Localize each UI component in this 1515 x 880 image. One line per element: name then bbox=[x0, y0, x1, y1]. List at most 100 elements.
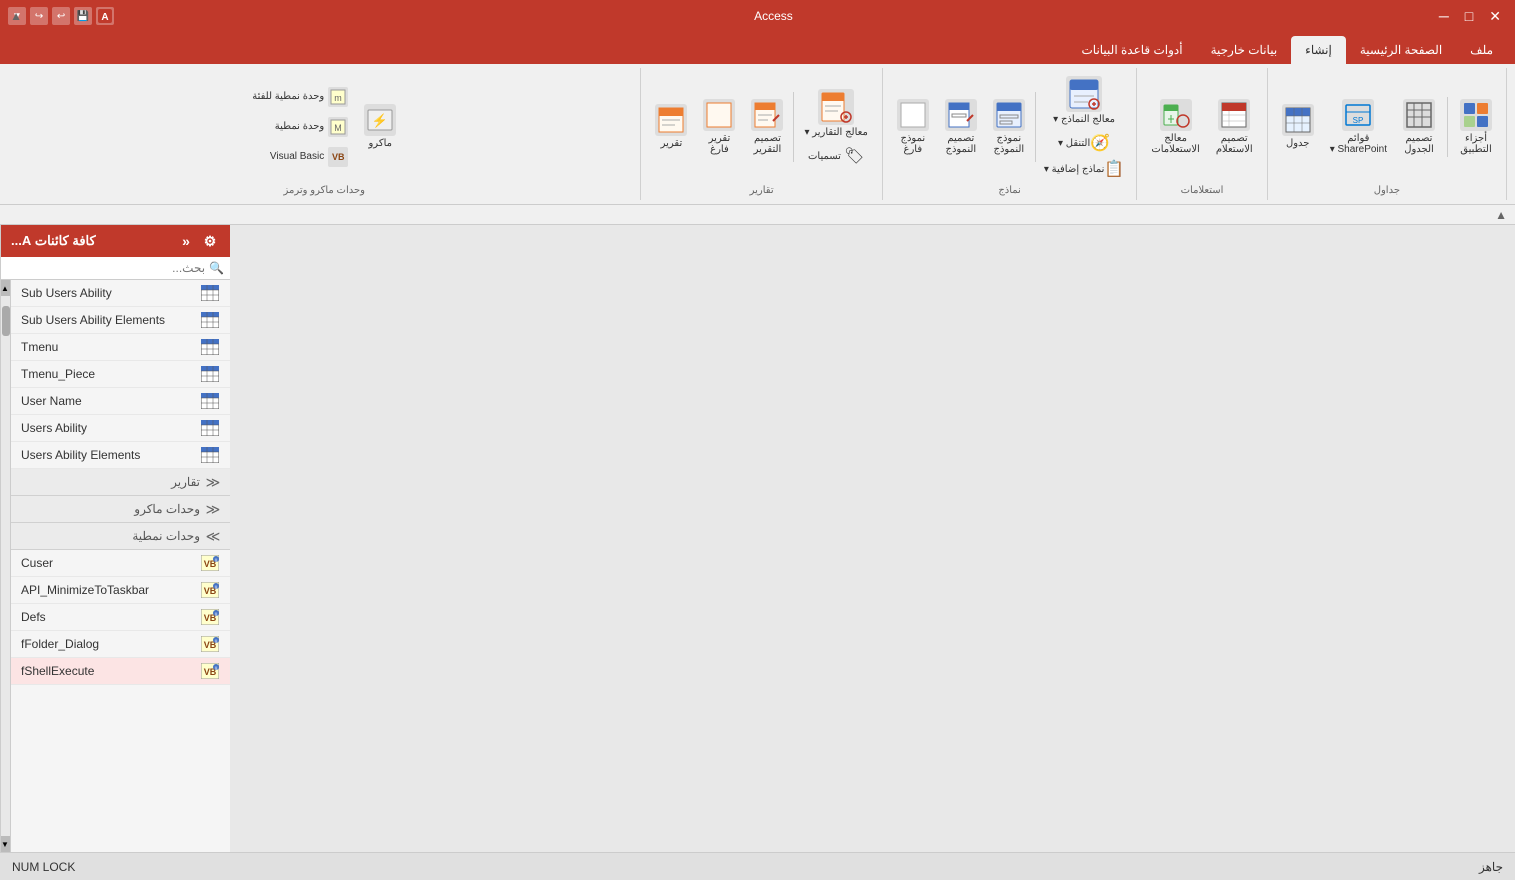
nav-item-label: fFolder_Dialog bbox=[21, 637, 99, 651]
search-input[interactable] bbox=[7, 261, 205, 275]
form-wizard-button[interactable]: معالج النماذج ▾ bbox=[1047, 72, 1121, 129]
nav-item-label: User Name bbox=[21, 394, 82, 408]
svg-text:u: u bbox=[215, 612, 218, 618]
nav-item-fshellexecute[interactable]: VB u fShellExecute bbox=[11, 658, 230, 685]
report-icon bbox=[655, 104, 687, 136]
table-icon-sub-users-ability bbox=[200, 285, 220, 301]
collapse-icon-reports: ≪ bbox=[204, 473, 222, 491]
nav-item-label: fShellExecute bbox=[21, 664, 94, 678]
nav-panel-header: ⚙ « كافة كائنات A... bbox=[1, 225, 230, 257]
nav-item-label: API_MinimizeToTaskbar bbox=[21, 583, 149, 597]
svg-text:u: u bbox=[215, 558, 218, 564]
form-design-button[interactable]: تصميمالنموذج bbox=[939, 95, 983, 159]
sharepoint-button[interactable]: SP قوائمSharePoint ▾ bbox=[1324, 95, 1393, 159]
reports-items: معالج التقارير ▾ 🏷 تسميات تص bbox=[649, 72, 873, 181]
nav-panel-title: كافة كائنات A... bbox=[11, 233, 96, 249]
num-lock-indicator: NUM LOCK bbox=[12, 860, 75, 874]
table-design-button[interactable]: تصميمالجدول bbox=[1397, 95, 1441, 159]
title-bar: ✕ □ ─ Access A 💾 ↩ ↪ ▼ bbox=[0, 0, 1515, 32]
macro-button[interactable]: ⚡ ماكرو bbox=[358, 100, 402, 153]
reports-section-header[interactable]: ≪ تقارير bbox=[11, 469, 230, 496]
macros-section-header[interactable]: ≪ وحدات ماكرو bbox=[11, 496, 230, 523]
reports-section-label: تقارير bbox=[171, 475, 200, 489]
tab-home[interactable]: الصفحة الرئيسية bbox=[1346, 36, 1456, 64]
form-wizard-icon bbox=[1066, 76, 1102, 112]
scroll-down-button[interactable]: ▼ bbox=[1, 836, 10, 852]
nav-item-sub-users-ability-elements[interactable]: Sub Users Ability Elements bbox=[11, 307, 230, 334]
macros-items: ⚡ ماكرو m وحدة نمطية للفئة bbox=[246, 72, 402, 181]
table-icon-users-ability-elements bbox=[200, 447, 220, 463]
labels-button[interactable]: 🏷 تسميات bbox=[804, 144, 868, 168]
ribbon-group-tables: أجزاءالتطبيق تصميمالجدول bbox=[1268, 68, 1507, 200]
nav-item-defs[interactable]: VB u Defs bbox=[11, 604, 230, 631]
nav-list-container: Sub Users Ability Sub Users Abili bbox=[1, 280, 230, 852]
scroll-up-button[interactable]: ▲ bbox=[1, 280, 10, 296]
nav-item-label: Defs bbox=[21, 610, 46, 624]
nav-item-user-name[interactable]: User Name bbox=[11, 388, 230, 415]
nav-item-label: Sub Users Ability bbox=[21, 286, 112, 300]
blank-report-icon bbox=[703, 99, 735, 131]
tab-create[interactable]: إنشاء bbox=[1291, 36, 1346, 64]
save-icon[interactable]: 💾 bbox=[74, 7, 92, 25]
macro-icon: ⚡ bbox=[364, 104, 396, 136]
collapse-bar: ▲ bbox=[0, 205, 1515, 225]
report-button[interactable]: تقرير bbox=[649, 100, 693, 153]
query-design-button[interactable]: تصميمالاستعلام bbox=[1210, 95, 1259, 159]
ribbon-collapse-button[interactable]: ▲ bbox=[4, 4, 28, 28]
query-wizard-button[interactable]: معالجالاستعلامات bbox=[1145, 95, 1206, 159]
queries-items: تصميمالاستعلام معالجالاستعلامات bbox=[1145, 72, 1258, 181]
form-button[interactable]: نموذجالنموذج bbox=[987, 95, 1031, 159]
scroll-track bbox=[1, 296, 10, 836]
nav-item-cuser[interactable]: VB u Cuser bbox=[11, 550, 230, 577]
nav-item-tmenu-piece[interactable]: Tmenu_Piece bbox=[11, 361, 230, 388]
tab-file[interactable]: ملف bbox=[1456, 36, 1507, 64]
nav-item-tmenu[interactable]: Tmenu bbox=[11, 334, 230, 361]
search-icon: 🔍 bbox=[209, 261, 224, 275]
nav-scrollbar[interactable]: ▲ ▼ bbox=[1, 280, 11, 852]
module-button[interactable]: M وحدة نمطية bbox=[246, 113, 354, 141]
navigate-button[interactable]: 🧭 التنقل ▾ bbox=[1054, 131, 1114, 155]
collapse-icon-modules: ≫ bbox=[204, 527, 222, 545]
nav-item-users-ability-elements[interactable]: Users Ability Elements bbox=[11, 442, 230, 469]
svg-text:u: u bbox=[215, 666, 218, 672]
redo-icon[interactable]: ↪ bbox=[30, 7, 48, 25]
form-icon bbox=[993, 99, 1025, 131]
vba-icon: VB bbox=[328, 147, 348, 167]
close-button[interactable]: ✕ bbox=[1483, 6, 1507, 27]
nav-panel: ⚙ « كافة كائنات A... 🔍 bbox=[0, 225, 230, 852]
nav-list: Sub Users Ability Sub Users Abili bbox=[11, 280, 230, 852]
forms-label: نماذج bbox=[998, 181, 1021, 196]
table-icon bbox=[1282, 104, 1314, 136]
nav-item-users-ability[interactable]: Users Ability bbox=[11, 415, 230, 442]
undo-icon[interactable]: ↩ bbox=[52, 7, 70, 25]
report-wizard-button[interactable]: معالج التقارير ▾ bbox=[798, 85, 873, 142]
visual-basic-button[interactable]: VB Visual Basic bbox=[246, 143, 354, 171]
window-controls: ✕ □ ─ bbox=[1433, 6, 1507, 27]
nav-search[interactable]: 🔍 bbox=[1, 257, 230, 280]
nav-item-ffolder-dialog[interactable]: VB u fFolder_Dialog bbox=[11, 631, 230, 658]
ribbon-group-queries: تصميمالاستعلام معالجالاستعلامات استعلاما… bbox=[1137, 68, 1267, 200]
blank-form-button[interactable]: نموذجفارغ bbox=[891, 95, 935, 159]
scroll-thumb[interactable] bbox=[2, 306, 10, 336]
nav-config-icon[interactable]: ⚙ bbox=[200, 231, 220, 251]
more-forms-button[interactable]: 📋 نماذج إضافية ▾ bbox=[1040, 157, 1129, 181]
svg-text:A: A bbox=[101, 12, 108, 23]
blank-report-button[interactable]: تقريرفارغ bbox=[697, 95, 741, 159]
query-design-icon bbox=[1218, 99, 1250, 131]
table-button[interactable]: جدول bbox=[1276, 100, 1320, 153]
collapse-arrow[interactable]: ▲ bbox=[1495, 208, 1507, 222]
class-module-icon: m bbox=[328, 87, 348, 107]
nav-item-api-minimize[interactable]: VB u API_MinimizeToTaskbar bbox=[11, 577, 230, 604]
nav-expand-icon[interactable]: « bbox=[176, 231, 196, 251]
app-parts-button[interactable]: أجزاءالتطبيق bbox=[1454, 95, 1498, 159]
maximize-button[interactable]: □ bbox=[1459, 6, 1479, 26]
nav-item-sub-users-ability[interactable]: Sub Users Ability bbox=[11, 280, 230, 307]
report-design-button[interactable]: تصميمالتقرير bbox=[745, 95, 789, 159]
tab-dbtools[interactable]: أدوات قاعدة البيانات bbox=[1067, 36, 1196, 64]
ribbon-tabs: ملف الصفحة الرئيسية إنشاء بيانات خارجية … bbox=[0, 32, 1515, 64]
minimize-button[interactable]: ─ bbox=[1433, 6, 1455, 26]
tab-external[interactable]: بيانات خارجية bbox=[1197, 36, 1292, 64]
class-module-button[interactable]: m وحدة نمطية للفئة bbox=[246, 83, 354, 111]
modules-section-header[interactable]: ≫ وحدات نمطية bbox=[11, 523, 230, 550]
report-design-icon bbox=[751, 99, 783, 131]
